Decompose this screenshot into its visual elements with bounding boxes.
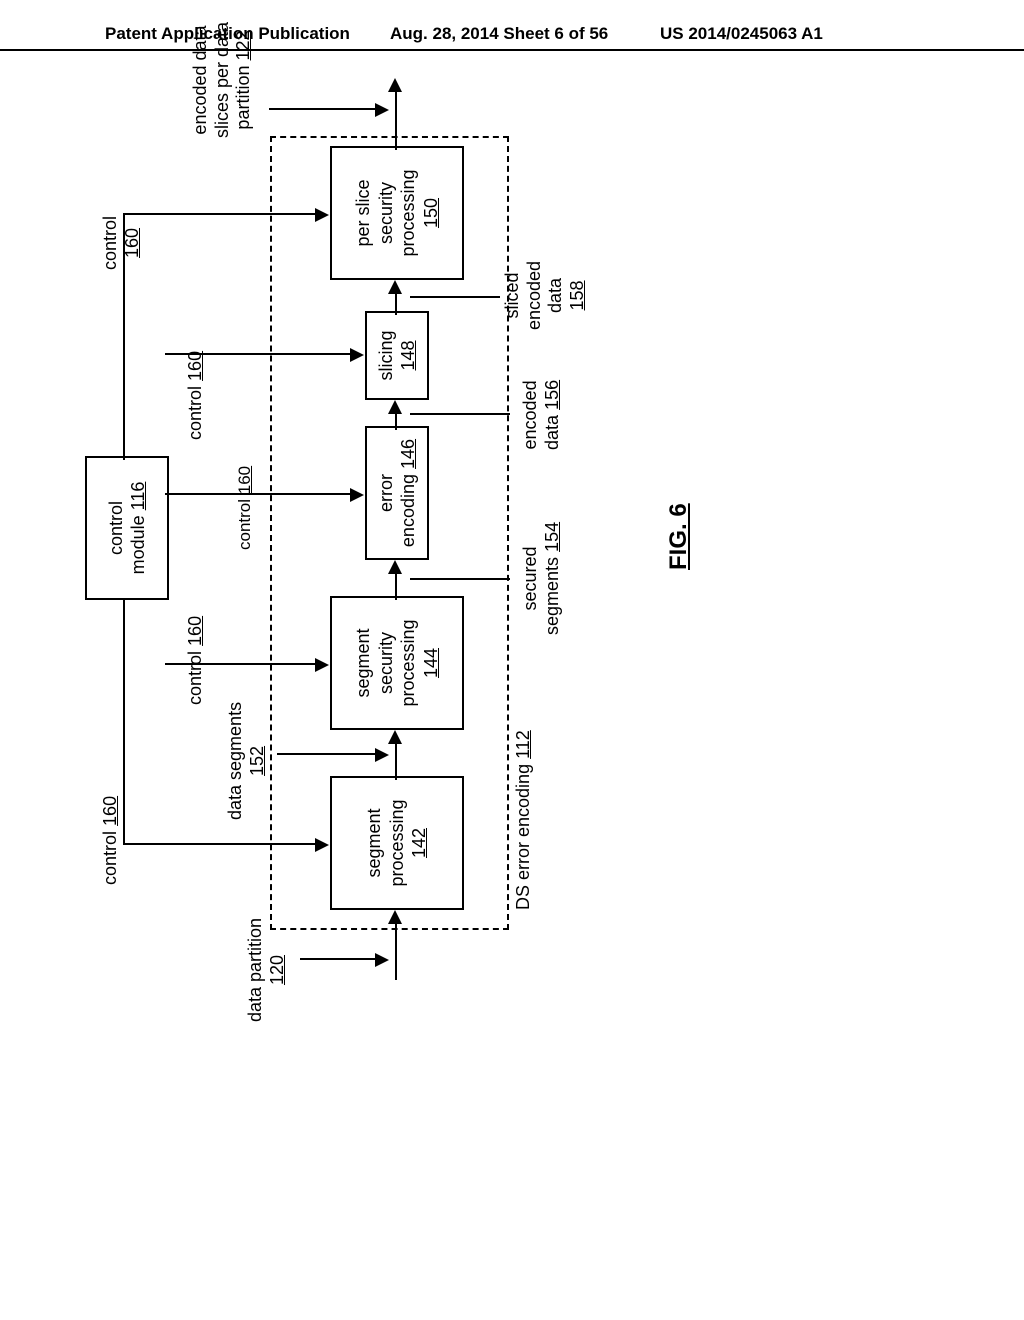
secured-segments-label: secured segments 154 <box>520 522 563 635</box>
control-module-ref: 116 <box>128 482 148 511</box>
arrow-in-head <box>388 910 402 924</box>
sed-leader <box>410 296 500 298</box>
sliced-encoded-data-label: sliced encoded data 158 <box>502 261 588 330</box>
arrow-2-head <box>388 560 402 574</box>
arrow-2 <box>395 572 397 600</box>
ds-error-encoding-label: DS error encoding 112 <box>513 730 535 910</box>
ctrl-head-5 <box>315 208 329 222</box>
ctrl-head-1 <box>315 838 329 852</box>
control-module-l1: control <box>106 501 126 555</box>
arrow-out-head <box>388 78 402 92</box>
control-module-box: control module 116 <box>85 456 169 600</box>
ctrl-trunk-l <box>123 843 316 845</box>
ctrl-lbl-3: control 160 <box>235 466 255 550</box>
ss-leader <box>410 578 510 580</box>
arrow-4-head <box>388 280 402 294</box>
page-header: Patent Application Publication Aug. 28, … <box>0 46 1024 51</box>
ed-leader <box>410 413 510 415</box>
segment-processing-box: segment processing 142 <box>330 776 464 910</box>
control-module-l2: module <box>128 515 148 574</box>
arrow-3 <box>395 412 397 430</box>
ctrl-lbl-2: control 160 <box>185 616 207 705</box>
figure-caption: FIG. 6 <box>665 503 693 570</box>
ctrl-trunk-top <box>123 600 125 845</box>
header-center: Aug. 28, 2014 Sheet 6 of 56 <box>390 24 608 44</box>
ctrl-head-2 <box>315 658 329 672</box>
arrow-1-head <box>388 730 402 744</box>
ctrl-head-4 <box>350 348 364 362</box>
ds-leader <box>277 753 377 755</box>
encoded-slices-label: encoded data slices per data partition 1… <box>190 0 255 160</box>
ctrl-lbl-1: control 160 <box>100 796 122 885</box>
diagram-container: control module 116 DS error encoding 112… <box>0 350 985 970</box>
ctrl-b3 <box>165 493 351 495</box>
out-leader <box>269 108 377 110</box>
error-encoding-box: error encoding 146 <box>365 426 429 560</box>
arrow-4 <box>395 292 397 315</box>
out-leader-head <box>375 103 389 117</box>
arrow-in-leader-head <box>375 953 389 967</box>
ctrl-lbl-4: control 160 <box>185 351 207 440</box>
segment-security-box: segment security processing 144 <box>330 596 464 730</box>
per-slice-security-box: per slice security processing 150 <box>330 146 464 280</box>
slicing-box: slicing 148 <box>365 311 429 400</box>
ds-leader-head <box>375 748 389 762</box>
data-partition-label: data partition 120 <box>245 890 288 1050</box>
arrow-in-leader <box>300 958 380 960</box>
arrow-3-head <box>388 400 402 414</box>
header-right: US 2014/0245063 A1 <box>660 24 823 44</box>
ctrl-trunk-r <box>123 213 316 215</box>
ctrl-head-3 <box>350 488 364 502</box>
encoded-data-label: encoded data 156 <box>520 380 563 450</box>
arrow-1 <box>395 742 397 780</box>
arrow-in <box>395 922 397 980</box>
arrow-out <box>395 90 397 150</box>
ctrl-lbl-5: control 160 <box>100 216 143 270</box>
data-segments-label: data segments 152 <box>225 702 268 820</box>
